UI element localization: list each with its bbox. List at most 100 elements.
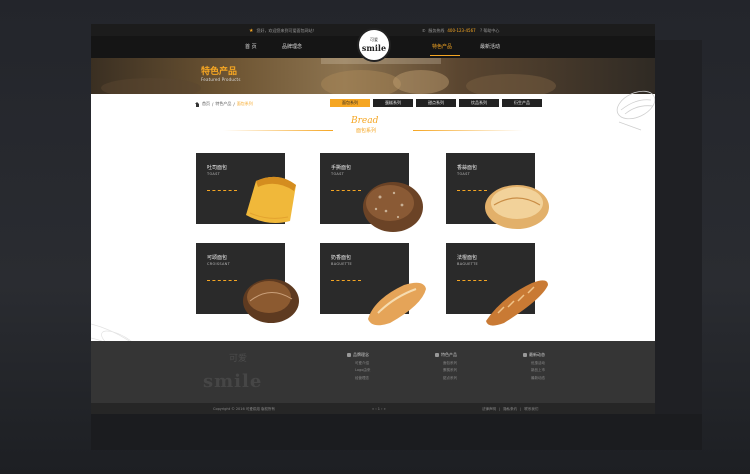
footer-logo: 可爱 smile <box>199 345 295 399</box>
footer-logo-en: smile <box>203 371 263 392</box>
category-tab-cake[interactable]: 蛋糕系列 <box>373 99 413 107</box>
footer-link[interactable]: 可爱介绍 <box>355 361 370 366</box>
brand-icon <box>347 353 351 357</box>
site-logo[interactable]: 可爱 smile <box>357 28 391 62</box>
page-banner: 特色产品 Featured Products <box>91 58 655 94</box>
home-icon <box>195 101 200 107</box>
bottom-links: 法律声明 | 隐私条约 | 联系我们 <box>482 406 539 412</box>
breadcrumb: 首页 / 特色产品 / 面包系列 <box>195 101 253 107</box>
privacy-link[interactable]: 隐私条约 <box>503 407 517 412</box>
nav-item-brand[interactable]: 品牌理念 <box>282 43 302 50</box>
breadcrumb-sep: / <box>233 101 235 107</box>
product-en-name: CROISSANT <box>207 262 231 266</box>
footer-column-products: 特色产品 面包系列 蛋糕系列 甜点系列 <box>435 352 457 381</box>
nav-item-home[interactable]: 首 页 <box>245 43 257 50</box>
main-content: 首页 / 特色产品 / 面包系列 面包系列 蛋糕系列 甜点系列 饮品系列 衍生产… <box>91 90 655 341</box>
product-name: 吐司面包 <box>207 165 228 171</box>
bottom-bar: Copyright © 2016 可爱烘焙 版权所有 « ‹ 1 › » 法律声… <box>91 403 655 414</box>
contact-link[interactable]: 联系我们 <box>524 407 538 412</box>
category-tab-bread[interactable]: 面包系列 <box>330 99 370 107</box>
news-icon <box>523 353 527 357</box>
product-en-name: BAGUETTE <box>331 262 353 266</box>
category-tab-dessert[interactable]: 甜点系列 <box>416 99 456 107</box>
footer-column-brand: 品牌理念 可爱介绍 Logo由来 经营理念 <box>347 352 370 381</box>
product-name: 可颂面包 <box>207 255 228 261</box>
rye-bread-icon <box>363 182 423 232</box>
welcome-text: 您好，欢迎您来到可爱面包网站！ <box>256 28 317 33</box>
footer-column-title: 特色产品 <box>441 352 457 357</box>
product-card-milk[interactable]: 奶香面包 BAGUETTE <box>320 243 426 326</box>
product-divider <box>331 280 361 281</box>
product-card-french[interactable]: 法棍面包 BAGUETTE <box>446 243 548 326</box>
footer-link[interactable]: 最新动态 <box>531 376 545 381</box>
breadcrumb-products[interactable]: 特色产品 <box>215 101 231 107</box>
product-card-garlic[interactable]: 香蒜面包 TOAST <box>446 153 549 229</box>
logo-en: smile <box>361 43 387 53</box>
french-baguette-icon <box>486 280 548 326</box>
product-card-hand-torn[interactable]: 手撕面包 TOAST <box>320 153 423 232</box>
section-heading: Bread 面包系列 <box>223 116 523 138</box>
frame-side-shadow <box>655 40 702 450</box>
hotline: ✆ 服务热线 400-123-4567 <box>422 28 476 34</box>
product-en-name: BAGUETTE <box>457 262 479 266</box>
footer-column-title: 最新动态 <box>529 352 545 357</box>
product-name: 香蒜面包 <box>457 165 478 171</box>
breadcrumb-current: 面包系列 <box>236 101 253 106</box>
products-icon <box>435 353 439 357</box>
footer-link[interactable]: 甜点系列 <box>443 376 457 381</box>
footer-column-title: 品牌理念 <box>353 352 369 357</box>
help-icon: ? <box>480 28 483 33</box>
breadcrumb-home[interactable]: 首页 <box>202 101 210 107</box>
phone-icon: ✆ <box>422 28 426 33</box>
category-tab-drinks[interactable]: 饮品系列 <box>459 99 499 107</box>
footer-link[interactable]: Logo由来 <box>355 368 370 373</box>
welcome-message: ★ 您好，欢迎您来到可爱面包网站！ <box>249 28 316 34</box>
footer-logo-cn: 可爱 <box>229 354 248 364</box>
product-divider <box>331 190 361 191</box>
banner-title: 特色产品 <box>201 67 238 77</box>
category-tab-derivative[interactable]: 衍生产品 <box>502 99 542 107</box>
banner-bread-image <box>101 58 556 94</box>
product-name: 法棍面包 <box>457 255 478 261</box>
product-divider <box>207 190 237 191</box>
breadcrumb-sep: / <box>212 101 214 107</box>
category-tabs: 面包系列 蛋糕系列 甜点系列 饮品系列 衍生产品 <box>330 99 542 107</box>
section-title: 面包系列 <box>356 128 377 134</box>
help-center-link[interactable]: ? 帮助中心 <box>480 28 499 34</box>
croissant-bread-icon <box>243 279 299 323</box>
website-frame: ★ 您好，欢迎您来到可爱面包网站！ ✆ 服务热线 400-123-4567 ? … <box>91 24 655 414</box>
pager[interactable]: « ‹ 1 › » <box>372 407 386 411</box>
hotline-number: 400-123-4567 <box>447 28 476 33</box>
nav-item-products[interactable]: 特色产品 <box>432 43 452 50</box>
product-card-toast[interactable]: 吐司面包 TOAST <box>196 153 296 224</box>
round-bun-icon <box>485 185 549 229</box>
footer-link[interactable]: 面包系列 <box>443 361 457 366</box>
legal-link[interactable]: 法律声明 <box>482 407 496 412</box>
star-icon: ★ <box>249 28 254 34</box>
product-en-name: TOAST <box>207 172 221 176</box>
product-name: 手撕面包 <box>331 165 352 171</box>
site-footer: 可爱 smile 品牌理念 可爱介绍 Logo由来 经营理念 特色产品 面包系列… <box>91 341 655 403</box>
product-divider <box>207 280 237 281</box>
nav-item-news[interactable]: 最新活动 <box>480 43 500 50</box>
heading-line-left <box>223 130 333 131</box>
help-label: 帮助中心 <box>483 28 500 33</box>
wheat-ornament-icon <box>616 90 655 131</box>
footer-link[interactable]: 优惠活动 <box>531 361 545 366</box>
footer-column-news: 最新动态 优惠活动 新品上市 最新动态 <box>523 352 545 381</box>
product-name: 奶香面包 <box>331 255 352 261</box>
footer-link[interactable]: 蛋糕系列 <box>443 368 457 373</box>
frame-bottom-shadow <box>91 414 702 450</box>
footer-link[interactable]: 新品上市 <box>531 368 545 373</box>
heading-line-right <box>413 130 523 131</box>
baguette-bread-icon <box>368 282 426 326</box>
product-en-name: TOAST <box>457 172 471 176</box>
hotline-label: 服务热线 <box>428 28 445 33</box>
toast-bread-icon <box>246 176 296 223</box>
copyright-text: Copyright © 2016 可爱烘焙 版权所有 <box>213 406 275 411</box>
section-script-title: Bread <box>351 116 379 126</box>
product-card-croissant[interactable]: 可颂面包 CROISSANT <box>196 243 299 323</box>
product-en-name: TOAST <box>331 172 345 176</box>
nav-active-underline <box>430 55 460 56</box>
footer-link[interactable]: 经营理念 <box>355 376 370 381</box>
